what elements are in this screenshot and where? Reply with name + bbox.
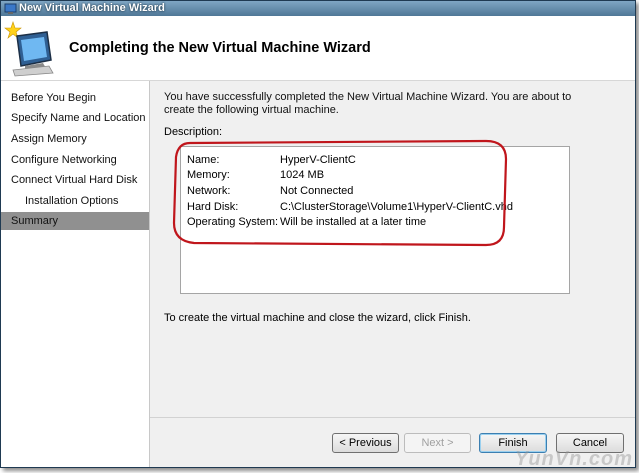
page-title: Completing the New Virtual Machine Wizar… [69, 40, 371, 56]
wizard-header: Completing the New Virtual Machine Wizar… [1, 16, 635, 81]
wizard-content: You have successfully completed the New … [150, 81, 635, 417]
nav-item-before-you-begin[interactable]: Before You Begin [1, 89, 149, 107]
computer-wizard-icon [4, 21, 54, 77]
nav-item-specify-name-location[interactable]: Specify Name and Location [1, 109, 149, 127]
watermark: YunVn.com [514, 448, 633, 470]
footer-divider [150, 417, 635, 418]
window-title: New Virtual Machine Wizard [19, 2, 165, 14]
finish-instruction-text: To create the virtual machine and close … [164, 312, 471, 324]
title-bar[interactable]: New Virtual Machine Wizard [1, 1, 635, 16]
nav-item-configure-networking[interactable]: Configure Networking [1, 151, 149, 169]
intro-text: You have successfully completed the New … [164, 91, 572, 116]
next-button[interactable]: Next > [404, 433, 471, 453]
nav-item-connect-virtual-hard-disk[interactable]: Connect Virtual Hard Disk [1, 171, 149, 189]
wizard-window: New Virtual Machine Wizard Completing th… [0, 0, 636, 468]
wizard-app-icon [4, 3, 17, 14]
nav-item-installation-options[interactable]: Installation Options [1, 192, 149, 210]
nav-item-assign-memory[interactable]: Assign Memory [1, 130, 149, 148]
nav-item-summary[interactable]: Summary [1, 212, 149, 230]
highlight-annotation [172, 139, 508, 247]
wizard-steps-nav: Before You Begin Specify Name and Locati… [1, 81, 150, 467]
previous-button[interactable]: < Previous [332, 433, 399, 453]
